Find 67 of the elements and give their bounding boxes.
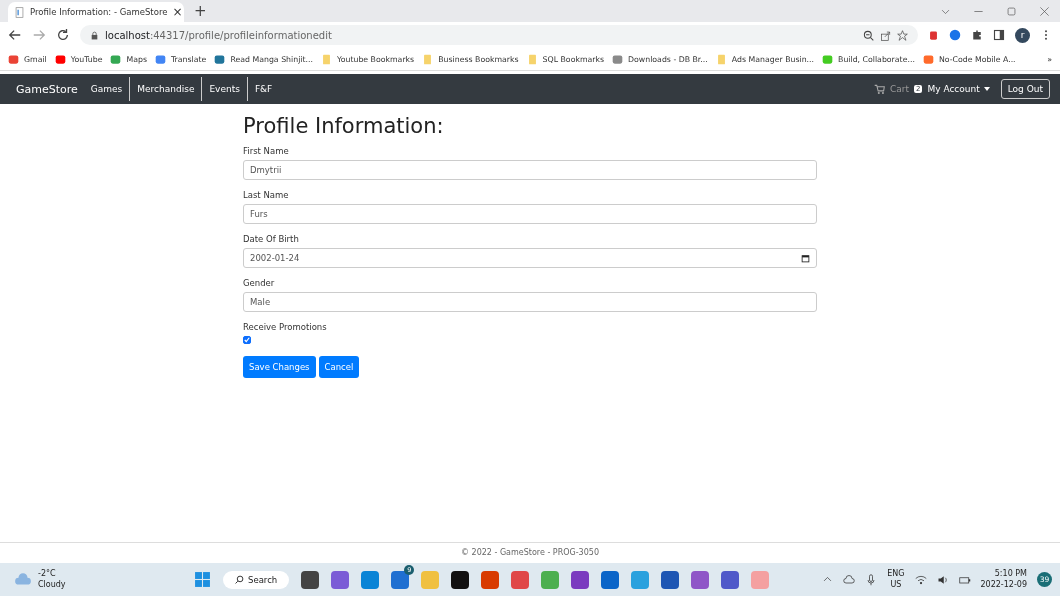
share-icon[interactable]	[880, 29, 891, 41]
app-icon[interactable]	[301, 570, 320, 589]
field-label: Last Name	[243, 190, 290, 200]
input-field[interactable]: Furs	[243, 204, 817, 224]
calendar-icon[interactable]	[801, 253, 810, 263]
back-icon[interactable]	[8, 28, 22, 42]
maximize-icon[interactable]	[1006, 5, 1017, 17]
checkbox[interactable]	[243, 336, 251, 344]
clock[interactable]: 5:10 PM 2022-12-09	[980, 569, 1027, 590]
close-tab-button[interactable]: ×	[172, 5, 183, 19]
nav-link[interactable]: F&F	[246, 77, 280, 101]
nav-link[interactable]: Merchandise	[129, 77, 202, 101]
folder-icon	[526, 53, 538, 65]
site-icon	[822, 53, 834, 65]
wifi-icon[interactable]	[914, 573, 927, 586]
puzzle-icon[interactable]	[971, 29, 983, 41]
page-title: Profile Information:	[243, 114, 445, 138]
logout-button[interactable]: Log Out	[1000, 79, 1050, 99]
app-icon[interactable]	[451, 570, 470, 589]
date-field[interactable]: 2002-01-24	[243, 248, 817, 268]
site-icon	[8, 53, 19, 65]
field-label: First Name	[243, 146, 290, 156]
nav-link[interactable]: Events	[201, 77, 247, 101]
site-icon	[54, 53, 66, 65]
speaker-icon[interactable]	[936, 573, 949, 586]
side-panel-icon[interactable]	[993, 29, 1005, 41]
search-icon	[235, 575, 244, 584]
folder-icon	[422, 53, 434, 65]
input-field[interactable]: Dmytrii	[243, 160, 817, 180]
taskbar-search[interactable]: Search	[223, 570, 290, 589]
site-icon	[110, 53, 122, 65]
input-field[interactable]: Male	[243, 292, 817, 312]
folder-icon	[715, 53, 727, 65]
folder-icon	[320, 53, 332, 65]
profile-avatar[interactable]: r	[1015, 27, 1030, 43]
site-icon	[155, 53, 166, 65]
cart-link[interactable]: Cart	[889, 84, 909, 94]
star-icon[interactable]	[897, 29, 908, 41]
new-tab-button[interactable]: +	[194, 2, 207, 20]
microphone-icon[interactable]	[865, 573, 878, 586]
nav-link[interactable]: Games	[83, 77, 130, 101]
windows-start-icon[interactable]	[194, 571, 211, 588]
caret-icon	[983, 87, 990, 91]
field-label: Gender	[243, 278, 276, 288]
save-button[interactable]: Save Changes	[243, 356, 316, 378]
site-icon	[922, 53, 934, 65]
close-icon[interactable]	[1039, 5, 1050, 17]
field-label: Date Of Birth	[243, 234, 300, 244]
lock-icon	[90, 30, 99, 40]
extension-icon[interactable]	[949, 29, 961, 41]
site-icon	[612, 53, 624, 65]
cancel-button[interactable]: Cancel	[318, 356, 360, 378]
checkbox-label: Receive Promotions	[243, 322, 328, 332]
temperature: -2°C	[38, 569, 57, 580]
app-icon[interactable]	[391, 570, 410, 589]
site-icon	[214, 53, 226, 65]
weather-text: Cloudy	[38, 579, 66, 590]
page-icon	[14, 6, 25, 18]
cart-icon[interactable]	[873, 83, 885, 95]
zoom-out-icon[interactable]	[863, 29, 874, 41]
address-bar[interactable]: localhost:44317/profile/profileinformationedit	[80, 25, 918, 45]
reload-icon[interactable]	[56, 28, 70, 42]
language-indicator[interactable]: ENG US	[887, 569, 905, 590]
brand-link[interactable]: GameStore	[16, 82, 78, 96]
account-dropdown[interactable]: My Account	[927, 84, 990, 94]
browser-tab[interactable]: Profile Information: - GameStore ×	[8, 2, 184, 22]
cloud-icon[interactable]	[843, 573, 856, 586]
